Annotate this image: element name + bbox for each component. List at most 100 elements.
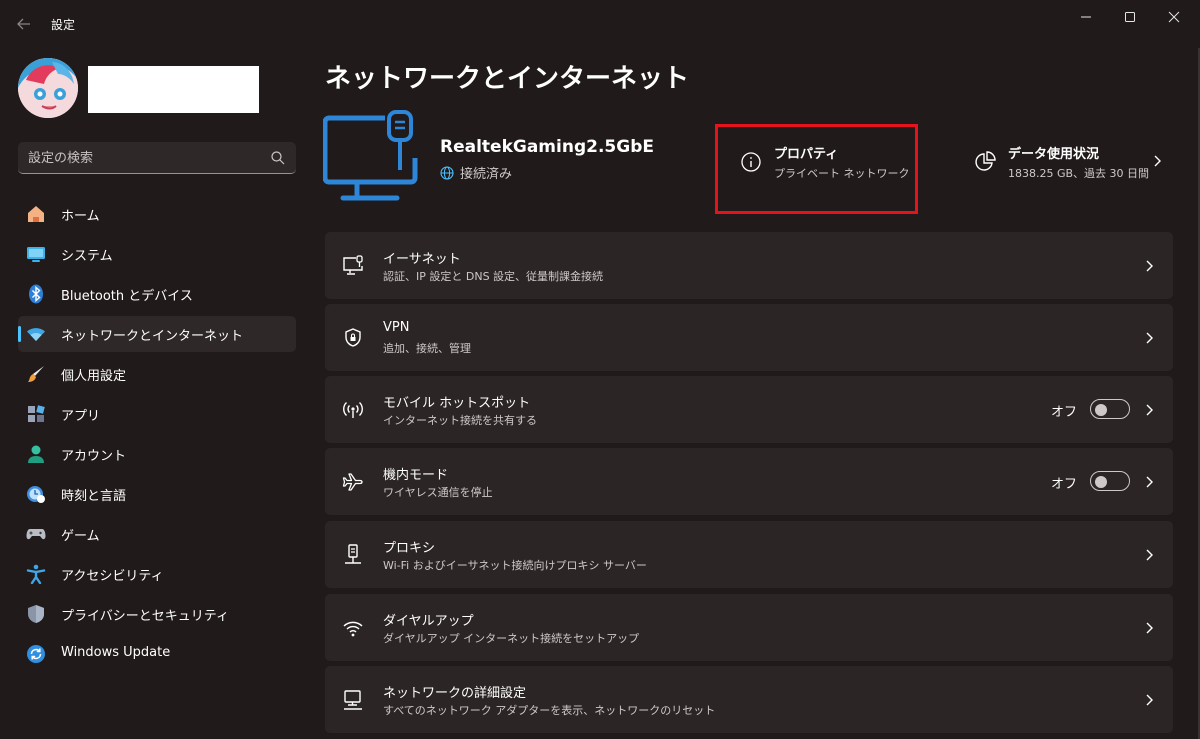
sidebar-item-accessibility[interactable]: アクセシビリティ (18, 556, 296, 592)
card-title: 機内モード (383, 468, 449, 483)
system-icon (27, 247, 45, 262)
proxy-icon (345, 544, 361, 564)
hotspot-toggle[interactable] (1090, 399, 1130, 419)
sidebar-item-personalization[interactable]: 個人用設定 (18, 356, 296, 392)
chevron-right-icon (1146, 549, 1153, 561)
card-title: ネットワークの詳細設定 (383, 686, 527, 701)
network-profile-label: プライベート ネットワーク (774, 167, 910, 180)
advanced-network-settings-card[interactable]: ネットワークの詳細設定 すべてのネットワーク アダプターを表示、ネットワークのリ… (325, 666, 1173, 733)
apps-icon (28, 405, 45, 422)
mobile-hotspot-card[interactable]: モバイル ホットスポット インターネット接続を共有する オフ (325, 376, 1173, 443)
data-usage-summary: 1838.25 GB、過去 30 日間 (1008, 167, 1150, 180)
sidebar-item-label: 個人用設定 (61, 369, 127, 384)
sidebar-item-label: アプリ (61, 409, 101, 424)
card-subtitle: すべてのネットワーク アダプターを表示、ネットワークのリセット (383, 704, 716, 717)
dialup-card[interactable]: ダイヤルアップ ダイヤルアップ インターネット接続をセットアップ (325, 594, 1173, 661)
page-title: ネットワークとインターネット (325, 64, 690, 94)
card-subtitle: 追加、接続、管理 (383, 342, 471, 355)
sidebar-item-label: アカウント (61, 449, 127, 464)
home-icon (28, 206, 44, 222)
title-bar: 設定 (0, 0, 1200, 48)
card-title: モバイル ホットスポット (383, 396, 531, 411)
chevron-right-icon (1146, 260, 1153, 272)
pie-chart-icon[interactable] (974, 151, 996, 173)
sidebar-item-network[interactable]: ネットワークとインターネット (18, 316, 296, 352)
sidebar-item-label: システム (61, 249, 113, 264)
globe-icon (440, 165, 454, 180)
adapter-status-text: 接続済み (460, 167, 513, 182)
sidebar-item-label: アクセシビリティ (61, 569, 164, 584)
adapter-name: RealtekGaming2.5GbE (440, 137, 654, 157)
shield-icon (28, 605, 44, 623)
search-box[interactable] (18, 142, 296, 174)
gamepad-icon (26, 529, 46, 540)
sidebar-item-bluetooth[interactable]: Bluetooth とデバイス (18, 276, 296, 312)
info-icon[interactable] (740, 151, 762, 173)
sidebar-item-label: プライバシーとセキュリティ (61, 609, 229, 624)
toggle-knob (1095, 476, 1107, 488)
sidebar-item-gaming[interactable]: ゲーム (18, 516, 296, 552)
vpn-card[interactable]: VPN 追加、接続、管理 (325, 304, 1173, 371)
toggle-knob (1095, 404, 1107, 416)
accessibility-icon (26, 564, 46, 584)
advanced-network-icon (344, 690, 362, 710)
ethernet-icon (343, 255, 363, 275)
card-subtitle: インターネット接続を共有する (383, 414, 537, 427)
airplane-mode-toggle[interactable] (1090, 471, 1130, 491)
card-title: VPN (383, 320, 410, 335)
sidebar-item-label: ネットワークとインターネット (61, 329, 244, 344)
brush-icon (28, 366, 44, 382)
vpn-shield-icon (345, 328, 361, 347)
ethernet-card[interactable]: イーサネット 認証、IP 設定と DNS 設定、従量制課金接続 (325, 232, 1173, 299)
chevron-right-icon (1146, 694, 1153, 706)
avatar[interactable] (18, 58, 78, 118)
back-arrow-icon[interactable] (10, 12, 38, 36)
sidebar-item-windows-update[interactable]: Windows Update (18, 636, 296, 672)
app-title: 設定 (51, 18, 76, 32)
chevron-right-icon (1146, 404, 1153, 416)
sidebar-item-label: ゲーム (61, 529, 100, 544)
sidebar-item-time-language[interactable]: 時刻と言語 (18, 476, 296, 512)
airplane-icon (342, 473, 363, 491)
time-language-icon (27, 486, 45, 503)
chevron-right-icon (1146, 332, 1153, 344)
maximize-icon[interactable] (1107, 0, 1153, 34)
chevron-right-icon (1146, 476, 1153, 488)
search-input[interactable] (28, 148, 263, 168)
data-usage-link[interactable]: データ使用状況 (1008, 143, 1099, 162)
card-title: プロキシ (383, 541, 436, 556)
proxy-card[interactable]: プロキシ Wi-Fi およびイーサネット接続向けプロキシ サーバー (325, 521, 1173, 588)
sidebar-item-label: Bluetooth とデバイス (61, 289, 193, 304)
sidebar-item-label: Windows Update (61, 645, 171, 660)
hotspot-icon (343, 401, 363, 418)
sidebar-item-label: 時刻と言語 (61, 489, 127, 504)
minimize-icon[interactable] (1063, 0, 1109, 34)
card-title: イーサネット (383, 252, 461, 267)
sidebar-item-system[interactable]: システム (18, 236, 296, 272)
card-title: ダイヤルアップ (383, 614, 474, 629)
user-name-redacted (88, 66, 259, 113)
sidebar-item-accounts[interactable]: アカウント (18, 436, 296, 472)
wifi-icon (27, 328, 45, 341)
bluetooth-icon (29, 284, 43, 304)
toggle-state-label: オフ (1050, 405, 1077, 420)
toggle-state-label: オフ (1050, 477, 1077, 492)
account-icon (28, 445, 44, 463)
search-icon[interactable] (270, 150, 286, 166)
windows-update-icon (27, 645, 45, 663)
adapter-status: 接続済み (440, 163, 512, 182)
airplane-mode-card[interactable]: 機内モード ワイヤレス通信を停止 オフ (325, 448, 1173, 515)
card-subtitle: 認証、IP 設定と DNS 設定、従量制課金接続 (383, 270, 604, 283)
sidebar-nav: ホーム システム Bluetooth とデバイス ネットワークとインターネット … (18, 196, 296, 676)
card-subtitle: ダイヤルアップ インターネット接続をセットアップ (383, 632, 640, 645)
properties-link[interactable]: プロパティ (774, 143, 838, 162)
sidebar-item-apps[interactable]: アプリ (18, 396, 296, 432)
sidebar-item-privacy[interactable]: プライバシーとセキュリティ (18, 596, 296, 632)
ethernet-pc-icon (323, 110, 418, 201)
sidebar-item-home[interactable]: ホーム (18, 196, 296, 232)
sidebar-item-label: ホーム (61, 209, 100, 224)
card-subtitle: Wi-Fi およびイーサネット接続向けプロキシ サーバー (383, 559, 647, 572)
chevron-right-icon[interactable] (1150, 152, 1164, 170)
dialup-icon (343, 621, 363, 637)
close-icon[interactable] (1151, 0, 1197, 34)
